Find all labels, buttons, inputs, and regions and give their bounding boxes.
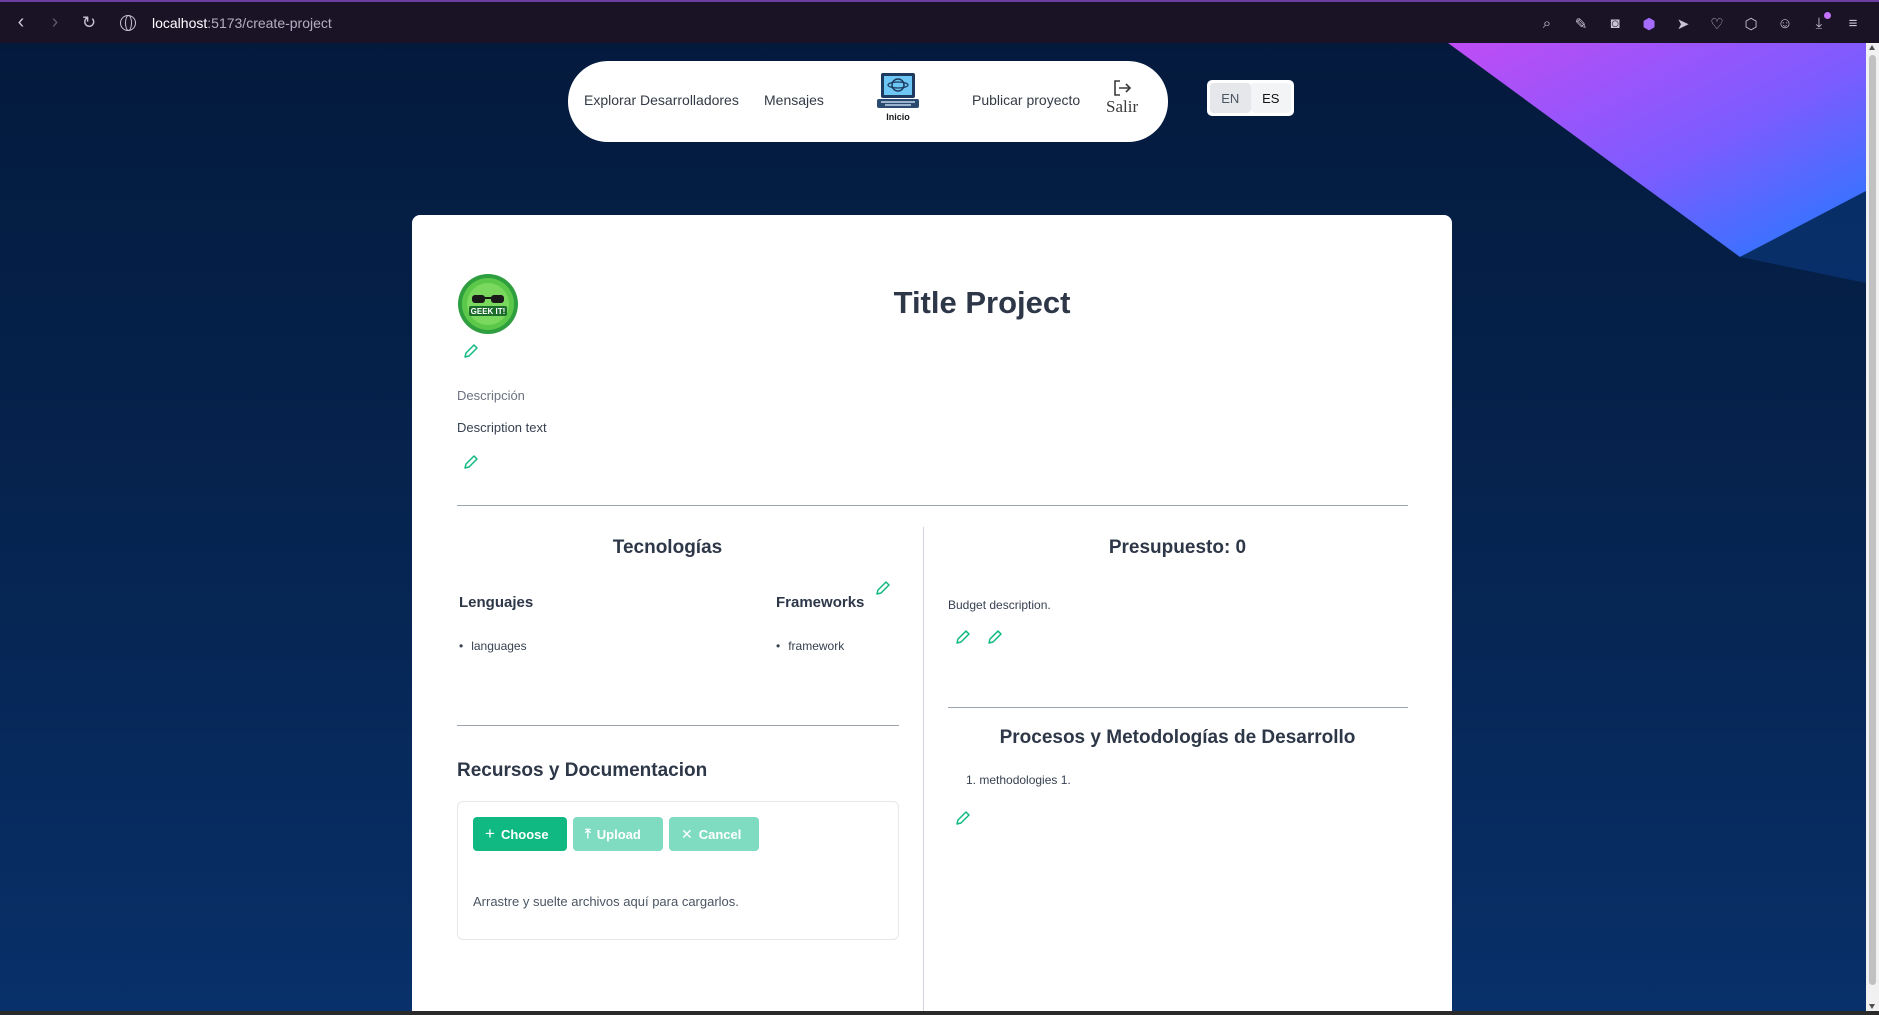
edit-icon[interactable]: ✎ xyxy=(1571,14,1591,34)
languages-title: Lenguajes xyxy=(459,594,534,611)
scroll-up-icon[interactable] xyxy=(1869,45,1875,50)
nav-publish-project[interactable]: Publicar proyecto xyxy=(972,92,1080,108)
page-scrollbar[interactable] xyxy=(1866,43,1879,1011)
nav-messages[interactable]: Mensajes xyxy=(764,92,824,108)
shield-icon[interactable]: ⬢ xyxy=(1639,14,1659,34)
methodologies-title: Procesos y Metodologías de Desarrollo xyxy=(999,727,1356,748)
close-icon: ✕ xyxy=(681,825,693,842)
globe-icon xyxy=(120,14,136,31)
resources-title: Recursos y Documentacion xyxy=(457,760,708,781)
edit-budget-description-pencil-icon[interactable] xyxy=(986,628,1004,646)
nav-explore-developers[interactable]: Explorar Desarrolladores xyxy=(584,92,739,108)
svg-text:GEEK IT!: GEEK IT! xyxy=(471,307,506,316)
edit-methodologies-pencil-icon[interactable] xyxy=(954,809,972,827)
address-bar[interactable]: localhost:5173/create-project xyxy=(120,8,332,38)
page-viewport: Explorar Desarrolladores Mensajes Inicio… xyxy=(0,43,1866,1011)
drop-zone-text: Arrastre y suelte archivos aquí para car… xyxy=(473,894,739,909)
logout-button[interactable]: Salir xyxy=(1106,79,1138,117)
language-switch: EN ES xyxy=(1207,80,1294,116)
framework-item: framework xyxy=(776,639,844,653)
reload-icon[interactable]: ↻ xyxy=(72,6,106,40)
cube-icon[interactable]: ⬡ xyxy=(1741,14,1761,34)
budget-title: Presupuesto: 0 xyxy=(1108,537,1247,558)
column-divider xyxy=(923,527,924,1011)
divider xyxy=(457,725,899,726)
scroll-thumb[interactable] xyxy=(1869,55,1876,985)
heart-icon[interactable]: ♡ xyxy=(1707,14,1727,34)
main-navbar: Explorar Desarrolladores Mensajes Inicio… xyxy=(568,61,1168,142)
plus-icon: + xyxy=(485,824,495,843)
lang-es-button[interactable]: ES xyxy=(1250,83,1291,113)
cancel-label: Cancel xyxy=(698,826,742,842)
browser-toolbar: ‹ › ↻ localhost:5173/create-project ⌕ ✎ … xyxy=(0,0,1879,43)
forward-icon[interactable]: › xyxy=(38,6,72,40)
download-icon[interactable]: ⤓ xyxy=(1809,11,1831,34)
edit-description-pencil-icon[interactable] xyxy=(462,453,480,471)
home-label: Inicio xyxy=(886,112,910,122)
divider xyxy=(457,505,1408,506)
laptop-logo-icon xyxy=(877,73,919,108)
project-card: GEEK IT! Title Project Descripción Descr… xyxy=(412,215,1452,1011)
back-icon[interactable]: ‹ xyxy=(4,6,38,40)
camera-icon[interactable]: ◙ xyxy=(1605,14,1625,34)
decorative-gradient-shape xyxy=(1448,43,1866,283)
choose-button[interactable]: + Choose xyxy=(473,817,567,851)
upload-label: Upload xyxy=(596,826,641,842)
project-title: Title Project xyxy=(893,285,1071,320)
edit-budget-pencil-icon[interactable] xyxy=(954,628,972,646)
description-text: Description text xyxy=(457,420,547,435)
language-item: languages xyxy=(459,639,526,653)
nav-home[interactable]: Inicio xyxy=(874,71,922,122)
taskbar-strip xyxy=(0,1011,1879,1015)
frameworks-title: Frameworks xyxy=(776,594,865,611)
description-label: Descripción xyxy=(457,388,525,403)
logout-label: Salir xyxy=(1106,97,1139,116)
technologies-title: Tecnologías xyxy=(612,537,723,558)
file-upload[interactable]: + Choose ⤒ Upload ✕ Cancel Arrastre y su… xyxy=(457,801,899,940)
search-icon[interactable]: ⌕ xyxy=(1537,14,1557,34)
divider xyxy=(948,707,1408,708)
budget-description: Budget description. xyxy=(948,598,1051,612)
url-text[interactable]: localhost:5173/create-project xyxy=(152,15,332,31)
send-icon[interactable]: ➤ xyxy=(1673,14,1693,34)
methodology-item: 1. methodologies 1. xyxy=(966,773,1071,787)
scroll-down-icon[interactable] xyxy=(1869,1004,1875,1009)
project-logo[interactable]: GEEK IT! xyxy=(457,273,519,335)
edit-technologies-pencil-icon[interactable] xyxy=(874,579,892,597)
edit-logo-pencil-icon[interactable] xyxy=(462,342,480,360)
user-icon[interactable]: ☺ xyxy=(1775,14,1795,34)
lang-en-button[interactable]: EN xyxy=(1210,83,1251,113)
menu-icon[interactable]: ≡ xyxy=(1843,14,1863,34)
cancel-button[interactable]: ✕ Cancel xyxy=(669,817,759,851)
logout-icon xyxy=(1114,80,1132,96)
upload-icon: ⤒ xyxy=(585,826,591,841)
upload-button[interactable]: ⤒ Upload xyxy=(573,817,663,851)
choose-label: Choose xyxy=(500,826,549,842)
